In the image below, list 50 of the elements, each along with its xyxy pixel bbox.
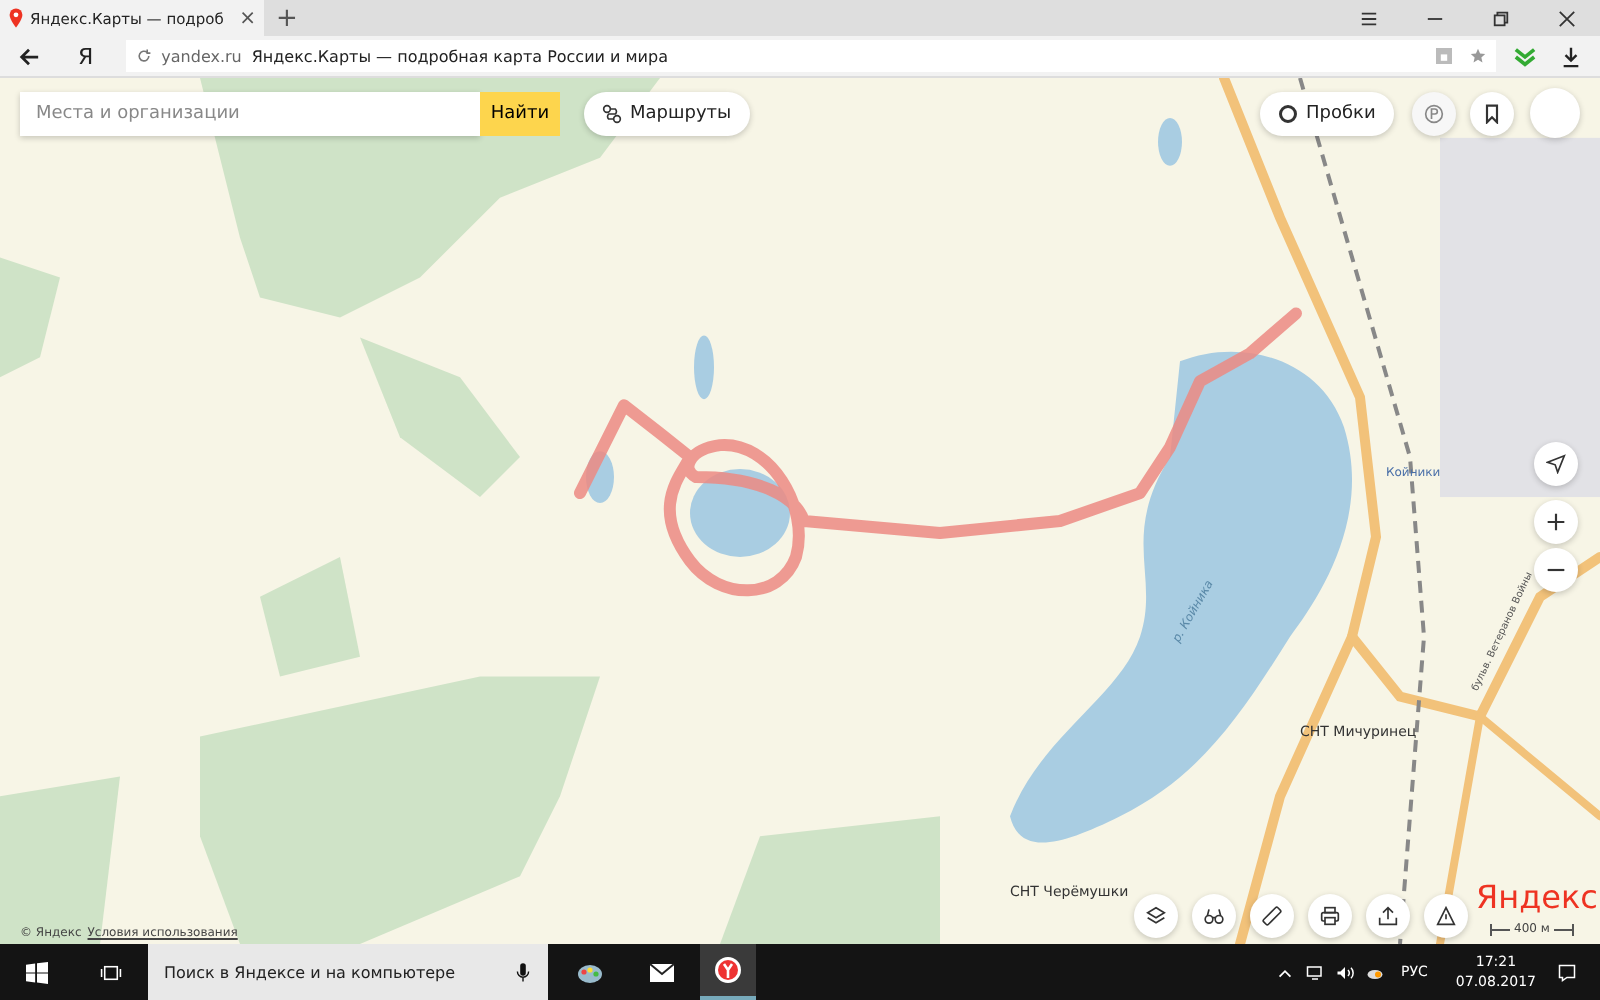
scale-bar [1490,923,1510,935]
browser-logo[interactable]: Я [78,43,94,69]
warning-icon [1436,906,1456,926]
network-icon[interactable] [1305,963,1324,981]
search-button[interactable]: Найти [480,92,560,136]
restore-icon[interactable] [1492,9,1510,27]
menu-icon[interactable] [1360,9,1378,27]
browser-taskbar-button[interactable] [700,944,756,1000]
back-arrow-icon[interactable] [18,45,40,67]
share-icon [1378,906,1398,926]
volume-icon[interactable] [1335,963,1354,981]
binoculars-icon [1204,906,1224,926]
scale-bar [1553,923,1574,935]
ruler-icon [1262,906,1282,926]
taskbar-search-field[interactable]: Поиск в Яндексе и на компьютере [148,944,498,1000]
address-field[interactable]: yandex.ru Яндекс.Карты — подробная карта России и мира [125,40,1496,72]
traffic-ring-icon [1278,104,1298,124]
plus-icon [1546,512,1566,532]
lake [1158,117,1182,166]
windows-start-icon[interactable] [26,961,48,983]
reload-icon[interactable] [135,48,152,64]
microphone-button[interactable] [498,944,548,1000]
browser-app-icon [714,956,742,984]
microphone-icon [516,961,530,983]
close-icon[interactable] [1558,9,1576,27]
mail-app-icon[interactable] [648,958,676,986]
forest-area [0,257,60,378]
task-view-icon[interactable] [100,961,122,983]
route-icon [602,104,622,124]
star-icon[interactable] [1470,48,1486,64]
lake [694,335,714,400]
download-arrow-icon[interactable] [1514,45,1536,67]
bookmark-icon [1482,104,1502,124]
url-domain: yandex.ru [161,47,242,65]
notifications-icon[interactable] [1558,963,1576,981]
printer-icon [1320,906,1340,926]
page-title: Яндекс.Карты — подробная карта России и мира [251,47,668,65]
layers-icon [1146,906,1166,926]
parking-icon [1424,104,1444,124]
traffic-button[interactable]: Пробки [1260,92,1394,136]
download-icon[interactable] [1560,45,1582,67]
map-pin-icon [8,8,24,28]
close-tab-button[interactable]: × [239,7,256,29]
map-logo: Яндекс [1476,878,1598,916]
new-tab-button[interactable]: + [276,3,298,33]
lake [690,469,790,557]
lake [586,451,614,503]
routes-button[interactable]: Маршруты [584,92,750,136]
location-arrow-icon [1546,454,1566,474]
search-field[interactable]: Места и организации [20,92,480,136]
